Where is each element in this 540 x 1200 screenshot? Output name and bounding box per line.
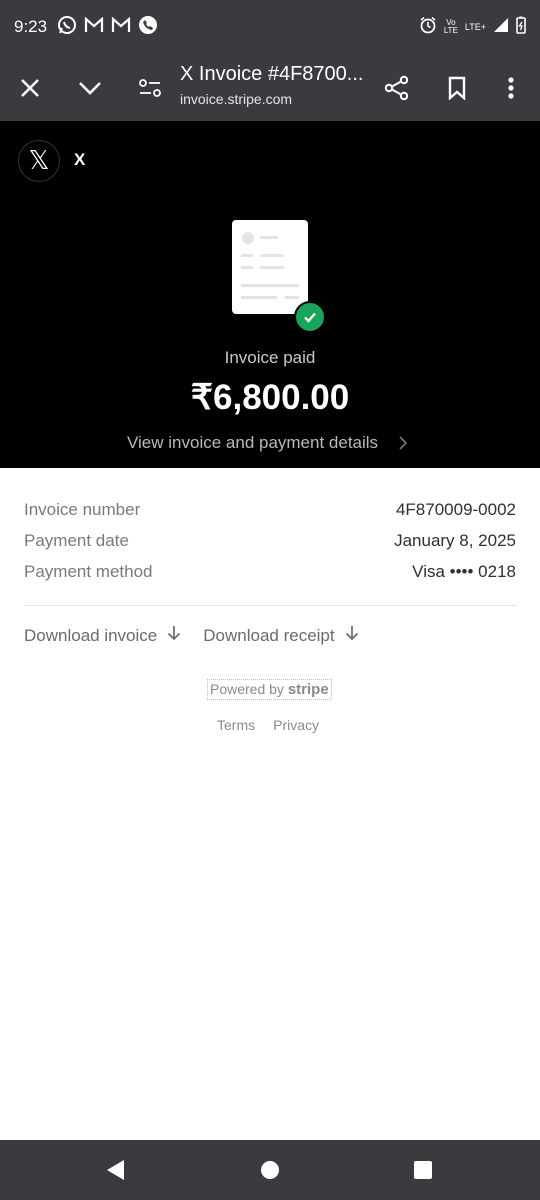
powered-by-label: Powered by [210,681,284,697]
chevron-down-icon[interactable] [76,74,104,102]
x-logo-icon: 𝕏 [28,146,50,176]
gmail-icon [84,16,104,38]
volte-indicator: Vo LTE [443,18,458,35]
powered-by-stripe-link[interactable]: Powered by stripe [207,679,332,700]
whatsapp-icon [57,15,77,40]
detail-value: Visa •••• 0218 [412,562,516,581]
detail-value: 4F870009-0002 [395,500,516,519]
detail-row-payment-date: Payment date January 8, 2025 [24,531,516,562]
download-receipt-label: Download receipt [203,625,335,645]
page-title: X Invoice #4F8700... [180,63,364,85]
lte-indicator: LTE+ [464,22,486,32]
home-icon[interactable] [258,1158,282,1182]
detail-label: Payment date [24,531,129,550]
detail-value: January 8, 2025 [394,531,516,550]
signal-icon [493,17,509,38]
merchant-logo[interactable]: 𝕏 [18,140,60,182]
battery-icon [516,16,526,39]
gmail-icon [111,16,131,38]
detail-row-payment-method: Payment method Visa •••• 0218 [24,562,516,593]
detail-label: Invoice number [24,500,141,519]
terms-link[interactable]: Terms [217,717,255,733]
notification-icons [57,15,158,40]
bookmark-icon[interactable] [443,74,471,102]
arrow-down-icon [167,625,181,646]
invoice-hero: 𝕏 X Invoice paid ₹6,800.00 View invoice … [0,121,540,468]
alarm-icon [419,16,437,39]
status-bar: 9:23 Vo LTE LTE+ [0,0,540,54]
view-details-link[interactable]: View invoice and payment details [127,433,378,453]
detail-row-invoice-number: Invoice number 4F870009-0002 [24,500,516,531]
checkmark-icon [294,301,326,333]
close-icon[interactable] [16,74,44,102]
page-url: invoice.stripe.com [180,91,293,107]
system-icons: Vo LTE LTE+ [419,16,526,39]
browser-toolbar: X Invoice #4F8700... invoice.stripe.com [0,54,540,121]
privacy-link[interactable]: Privacy [273,717,319,733]
arrow-down-icon [345,625,359,646]
status-time: 9:23 [14,17,48,36]
merchant-name[interactable]: X [74,150,85,170]
download-actions: Download invoice Download receipt [24,625,359,646]
download-invoice-label: Download invoice [24,625,158,645]
invoice-document-icon [232,220,308,314]
chevron-right-icon[interactable] [398,435,408,456]
call-icon [138,15,158,40]
share-icon[interactable] [383,74,411,102]
system-navigation-bar [0,1140,540,1200]
footer-links: Terms Privacy [217,717,319,733]
back-icon[interactable] [103,1158,127,1182]
recents-icon[interactable] [411,1158,435,1182]
more-options-icon[interactable] [497,74,525,102]
divider [24,605,516,606]
stripe-logo: stripe [287,681,329,698]
download-receipt-button[interactable]: Download receipt [203,625,358,646]
invoice-status: Invoice paid [224,348,316,367]
invoice-details: Invoice number 4F870009-0002 Payment dat… [24,500,516,593]
page-info-icon[interactable] [136,74,164,102]
invoice-amount: ₹6,800.00 [190,378,350,417]
download-invoice-button[interactable]: Download invoice [24,625,181,646]
detail-label: Payment method [24,562,153,581]
